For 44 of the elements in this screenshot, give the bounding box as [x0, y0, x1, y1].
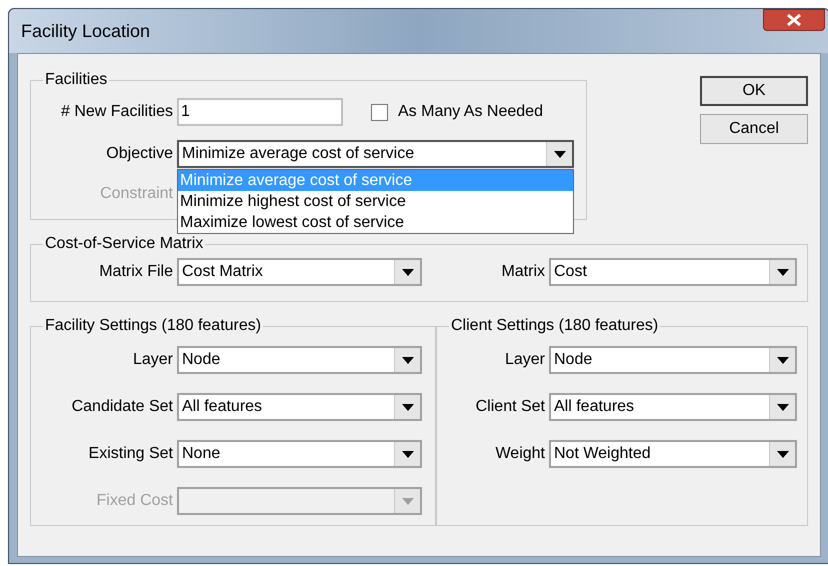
field-label: # New Facilities — [60, 102, 173, 122]
checkbox[interactable] — [371, 104, 388, 120]
dropdown-field[interactable]: Cost — [549, 258, 797, 286]
group-title: Client Settings (180 features) — [450, 316, 660, 336]
dropdown-field[interactable]: Cost Matrix — [177, 258, 422, 286]
dropdown-value: Not Weighted — [553, 444, 652, 464]
dropdown-value: Cost Matrix — [181, 262, 264, 282]
field-label: Layer — [132, 350, 173, 370]
field-label: Existing Set — [88, 444, 173, 464]
field-label: Client Set — [474, 397, 545, 417]
field-label: Candidate Set — [70, 397, 173, 417]
field-label: Objective — [105, 144, 173, 164]
field-label: Matrix — [500, 262, 545, 282]
dropdown-field[interactable]: Minimize average cost of service — [177, 140, 574, 168]
dropdown-value: Cost — [553, 262, 588, 282]
field-label: Fixed Cost — [96, 491, 173, 511]
dialog-button[interactable]: OK — [700, 76, 808, 106]
dropdown-field[interactable]: None — [177, 440, 422, 468]
dropdown-field[interactable]: Node — [549, 346, 797, 374]
group-title: Cost-of-Service Matrix — [44, 234, 204, 254]
window-title: Facility Location — [21, 20, 150, 43]
field-label: Matrix File — [98, 262, 173, 282]
dropdown-value: Minimize average cost of service — [181, 144, 416, 164]
group-title: Facility Settings (180 features) — [44, 316, 262, 336]
dropdown-option[interactable]: Minimize highest cost of service — [178, 191, 573, 212]
dropdown-field[interactable]: All features — [177, 393, 422, 421]
dialog-button[interactable]: Cancel — [700, 114, 808, 144]
field-label: Layer — [504, 350, 545, 370]
dropdown-value: Node — [553, 350, 594, 370]
group-title: Facilities — [44, 70, 108, 90]
field-label: Constraint — [99, 184, 173, 204]
dropdown-value: All features — [181, 397, 264, 417]
close-button[interactable] — [763, 9, 825, 31]
close-icon — [787, 14, 801, 26]
field-label: Weight — [494, 444, 545, 464]
dropdown-field[interactable]: Not Weighted — [549, 440, 797, 468]
dropdown-value: All features — [553, 397, 636, 417]
input-field[interactable]: 1 — [177, 98, 343, 126]
dropdown-field[interactable]: Node — [177, 346, 422, 374]
dropdown-option[interactable]: Maximize lowest cost of service — [178, 212, 573, 233]
dropdown-value: None — [181, 444, 222, 464]
dropdown-value: Node — [181, 350, 222, 370]
dropdown-field[interactable]: All features — [549, 393, 797, 421]
checkbox-label: As Many As Needed — [398, 102, 543, 122]
